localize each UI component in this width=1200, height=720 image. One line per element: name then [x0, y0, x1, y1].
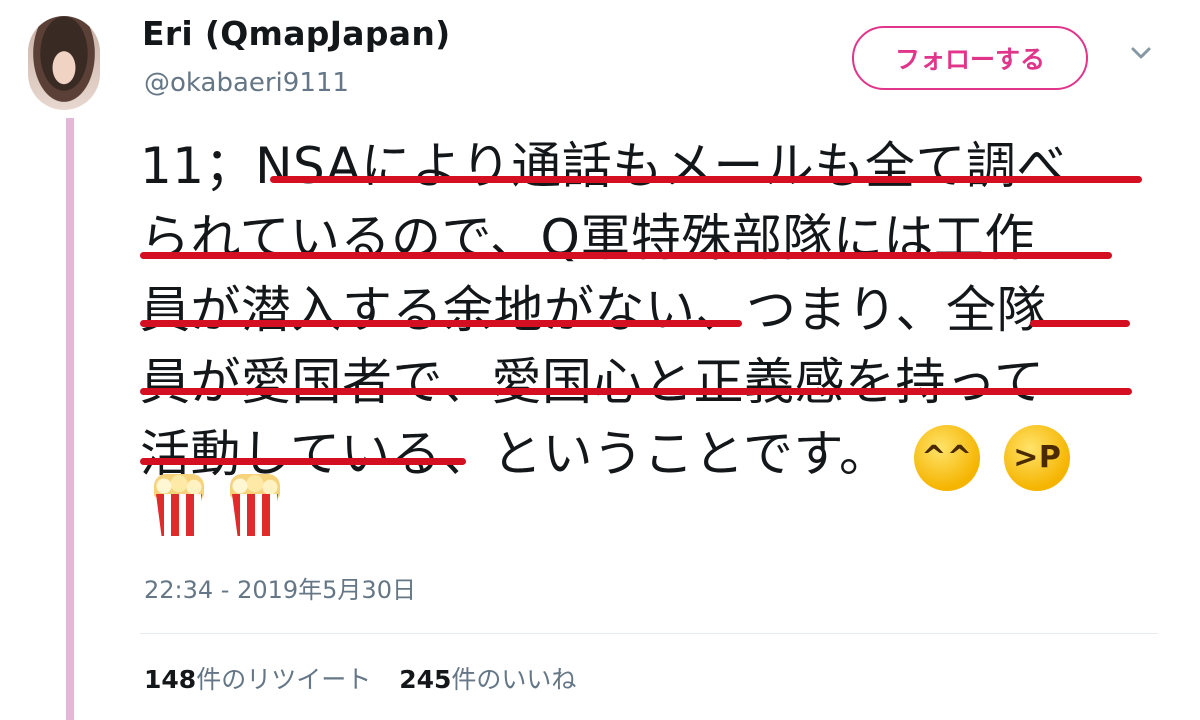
- user-handle[interactable]: @okabaeri9111: [144, 68, 349, 98]
- highlight-underline: [140, 252, 1112, 259]
- tweet-line-1: 11；NSAにより通話もメールも全て調べ: [140, 137, 1067, 195]
- like-stat[interactable]: 245件のいいね: [399, 660, 576, 696]
- avatar[interactable]: [28, 16, 100, 110]
- tweet-line-5: 活動している、ということです。 ^^ >P: [140, 418, 1165, 491]
- popcorn-icon: [152, 474, 206, 536]
- popcorn-icon: [228, 474, 282, 536]
- chevron-down-icon[interactable]: [1130, 42, 1152, 64]
- display-name[interactable]: Eri (QmapJapan): [142, 14, 451, 53]
- divider: [140, 633, 1158, 634]
- retweet-label: 件のリツイート: [196, 665, 372, 694]
- tweet-text: 11；NSAにより通話もメールも全て調べ られているので、Q軍特殊部隊には工作 …: [140, 130, 1165, 491]
- retweet-stat[interactable]: 148件のリツイート: [144, 660, 371, 696]
- highlight-underline: [1030, 320, 1130, 327]
- tweet-timestamp[interactable]: 22:34 - 2019年5月30日: [144, 570, 416, 605]
- popcorn-emoji-row: [152, 474, 282, 536]
- highlight-underline: [140, 458, 466, 465]
- tweet-stats: 148件のリツイート 245件のいいね: [144, 660, 576, 696]
- highlight-underline: [140, 320, 742, 327]
- like-count: 245: [399, 665, 452, 694]
- tweet-line-4: 員が愛国者で、愛国心と正義感を持って: [140, 353, 1045, 411]
- highlight-underline: [140, 388, 1132, 395]
- tweet-line-3: 員が潜入する余地がない、つまり、全隊: [140, 281, 1047, 339]
- follow-button[interactable]: フォローする: [852, 26, 1088, 90]
- tweet-line-2: られているので、Q軍特殊部隊には工作: [140, 209, 1035, 267]
- retweet-count: 148: [144, 665, 197, 694]
- like-label: 件のいいね: [451, 665, 577, 694]
- grinning-squinting-face-icon: ^^: [913, 424, 980, 491]
- highlight-underline: [270, 176, 1142, 183]
- thread-line: [66, 118, 74, 720]
- squinting-face-with-tongue-icon: >P: [1004, 424, 1071, 491]
